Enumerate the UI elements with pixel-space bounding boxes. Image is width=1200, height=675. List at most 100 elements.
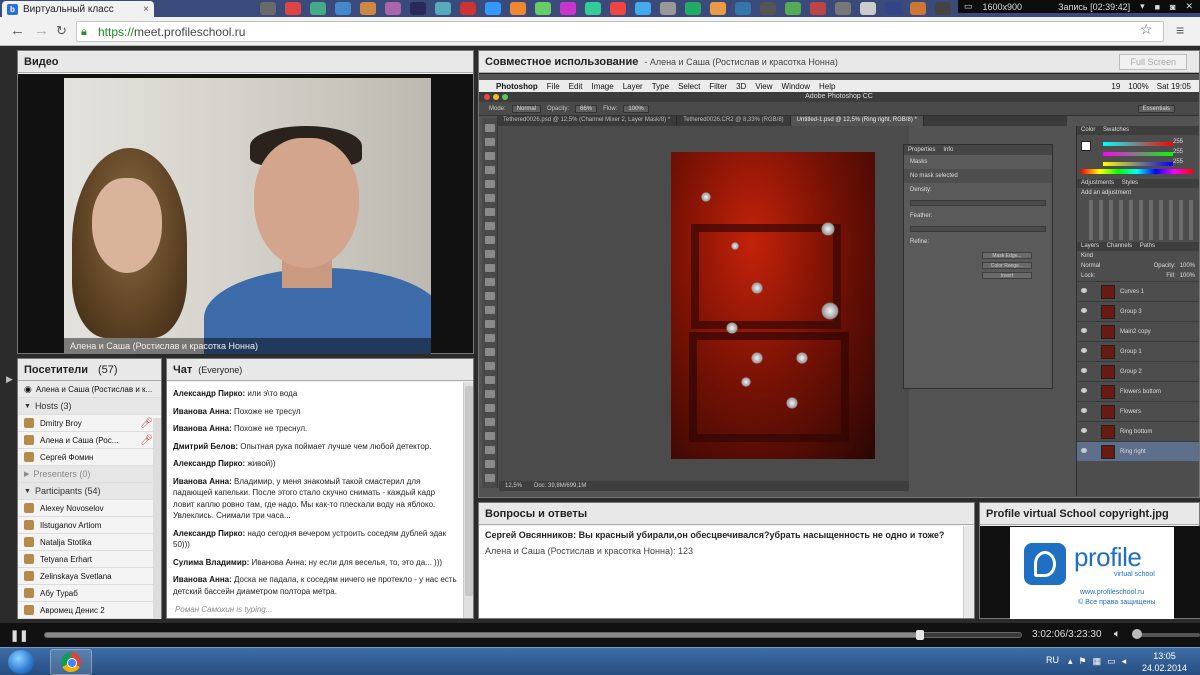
- dock-app-icon[interactable]: [810, 2, 826, 15]
- qa-question[interactable]: Сергей Овсянников: Вы красный убирали,он…: [485, 530, 957, 540]
- participant-item[interactable]: Абу Тураб: [18, 585, 161, 602]
- eye-icon[interactable]: [1081, 288, 1087, 293]
- tool-icon[interactable]: [484, 390, 495, 398]
- adjustment-icons[interactable]: [1083, 200, 1193, 240]
- dock-app-icon[interactable]: [635, 2, 651, 15]
- menu-item-3d[interactable]: 3D: [736, 82, 746, 91]
- participant-item[interactable]: Alexey Novoselov: [18, 500, 161, 517]
- tool-icon[interactable]: [484, 460, 495, 468]
- fullscreen-button[interactable]: Full Screen: [1119, 54, 1187, 70]
- reload-icon[interactable]: ↻: [56, 23, 67, 39]
- menu-item-view[interactable]: View: [755, 82, 772, 91]
- dock-app-icon[interactable]: [410, 2, 426, 15]
- dock-app-icon[interactable]: [510, 2, 526, 15]
- layer-fill[interactable]: 100%: [1180, 273, 1195, 279]
- host-item[interactable]: Dmitry Broy 🎤︎: [18, 415, 161, 432]
- tool-icon[interactable]: [484, 432, 495, 440]
- tool-icon[interactable]: [484, 446, 495, 454]
- tool-icon[interactable]: [484, 180, 495, 188]
- group-presenters[interactable]: ▶ Presenters (0): [18, 466, 161, 483]
- back-icon[interactable]: ←: [10, 22, 25, 39]
- opacity-field[interactable]: 66%: [575, 104, 598, 113]
- close-icon[interactable]: ✕: [1186, 1, 1194, 12]
- layer-row[interactable]: Flowers: [1077, 401, 1199, 421]
- tool-icon[interactable]: [484, 348, 495, 356]
- start-button[interactable]: [8, 650, 34, 674]
- layer-row[interactable]: Ring bottom: [1077, 421, 1199, 441]
- layer-row[interactable]: Group 3: [1077, 301, 1199, 321]
- dock-app-icon[interactable]: [260, 2, 276, 15]
- dock-app-icon[interactable]: [910, 2, 926, 15]
- tool-icon[interactable]: [484, 320, 495, 328]
- mode-field[interactable]: Normal: [511, 104, 542, 113]
- menu-icon[interactable]: ≡: [1176, 22, 1184, 38]
- eye-icon[interactable]: [1081, 388, 1087, 393]
- tool-icon[interactable]: [484, 278, 495, 286]
- participant-item[interactable]: Natalja Stotika: [18, 534, 161, 551]
- dock-app-icon[interactable]: [760, 2, 776, 15]
- blend-mode[interactable]: Normal: [1081, 263, 1100, 269]
- host-item[interactable]: Алена и Саша (Рос... 🎤︎: [18, 432, 161, 449]
- url-field[interactable]: 🔒︎ https:// meet.profileschool.ru: [76, 21, 1164, 42]
- display-icon[interactable]: ▭: [1107, 656, 1116, 667]
- taskbar-clock[interactable]: 13:05 24.02.2014: [1142, 650, 1187, 674]
- dock-app-icon[interactable]: [935, 2, 951, 15]
- speaker-icon[interactable]: ◂: [1122, 656, 1127, 667]
- color-range-button[interactable]: Color Range...: [982, 262, 1032, 269]
- invert-button[interactable]: Invert: [982, 272, 1032, 279]
- group-hosts[interactable]: ▼ Hosts (3): [18, 398, 161, 415]
- eye-icon[interactable]: [1081, 328, 1087, 333]
- volume-handle[interactable]: [1132, 629, 1142, 639]
- dock-app-icon[interactable]: [385, 2, 401, 15]
- playback-handle[interactable]: [916, 630, 925, 640]
- tool-icon[interactable]: [484, 208, 495, 216]
- menu-item-photoshop[interactable]: Photoshop: [496, 82, 538, 91]
- menu-item-window[interactable]: Window: [782, 82, 810, 91]
- dock-app-icon[interactable]: [735, 2, 751, 15]
- tool-icon[interactable]: [484, 418, 495, 426]
- collapse-arrow-icon[interactable]: ▶: [6, 374, 13, 385]
- dock-app-icon[interactable]: [535, 2, 551, 15]
- qa-scrollbar[interactable]: [963, 526, 974, 618]
- layer-row[interactable]: Flowers bottom: [1077, 381, 1199, 401]
- tab-paths[interactable]: Paths: [1140, 243, 1155, 249]
- tool-icon[interactable]: [484, 138, 495, 146]
- chat-scope[interactable]: (Everyone): [198, 365, 242, 375]
- eye-icon[interactable]: [1081, 428, 1087, 433]
- tool-icon[interactable]: [484, 222, 495, 230]
- dock-app-icon[interactable]: [310, 2, 326, 15]
- feather-slider[interactable]: [910, 226, 1046, 232]
- tab-swatches[interactable]: Swatches: [1103, 127, 1129, 133]
- language-indicator[interactable]: RU: [1046, 655, 1059, 665]
- menu-item-edit[interactable]: Edit: [569, 82, 583, 91]
- dock-app-icon[interactable]: [685, 2, 701, 15]
- eye-icon[interactable]: [1081, 408, 1087, 413]
- tab-adjustments[interactable]: Adjustments: [1081, 180, 1114, 186]
- layer-row[interactable]: Ring right: [1077, 441, 1199, 461]
- menu-item-select[interactable]: Select: [678, 82, 700, 91]
- menu-item-layer[interactable]: Layer: [623, 82, 643, 91]
- tool-icon[interactable]: [484, 152, 495, 160]
- forward-icon[interactable]: →: [34, 22, 49, 39]
- tool-icon[interactable]: [484, 404, 495, 412]
- tab-properties[interactable]: Properties: [908, 145, 935, 155]
- dock-app-icon[interactable]: [710, 2, 726, 15]
- tool-icon[interactable]: [484, 124, 495, 132]
- dock-app-icon[interactable]: [785, 2, 801, 15]
- host-item[interactable]: Сергей Фомин: [18, 449, 161, 466]
- eye-icon[interactable]: [1081, 308, 1087, 313]
- blue-value[interactable]: 255: [1173, 159, 1183, 165]
- layer-row[interactable]: Main2 copy: [1077, 321, 1199, 341]
- tool-icon[interactable]: [484, 474, 495, 482]
- tool-icon[interactable]: [484, 292, 495, 300]
- menu-item-filter[interactable]: Filter: [709, 82, 727, 91]
- tab-color[interactable]: Color: [1081, 127, 1095, 133]
- zoom-level[interactable]: 12,5%: [505, 483, 522, 489]
- menu-item-type[interactable]: Type: [652, 82, 669, 91]
- tool-icon[interactable]: [484, 362, 495, 370]
- flag-icon[interactable]: ⚑: [1079, 656, 1087, 667]
- green-value[interactable]: 255: [1173, 149, 1183, 155]
- menu-item-file[interactable]: File: [547, 82, 560, 91]
- layer-kind-filter[interactable]: Kind: [1077, 251, 1199, 261]
- document-tab[interactable]: Tethered0026.CR2 @ 8,33% (RGB/8): [677, 116, 791, 126]
